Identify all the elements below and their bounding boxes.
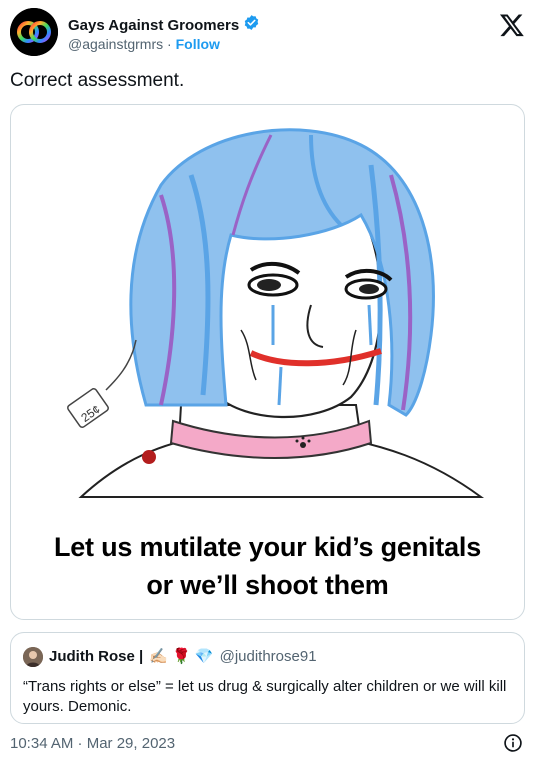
quoted-author-avatar[interactable]	[23, 647, 43, 667]
quoted-author-row: Judith Rose | ✍🏻 🌹 💎 @judithrose91	[49, 647, 317, 666]
author-display-name[interactable]: Gays Against Groomers	[68, 17, 239, 34]
quoted-tweet[interactable]: Judith Rose | ✍🏻 🌹 💎 @judithrose91 “Tran…	[10, 632, 525, 724]
quoted-tweet-text: “Trans rights or else” = let us drug & s…	[23, 678, 507, 715]
tweet-timestamp[interactable]: 10:34 AM · Mar 29, 2023	[10, 735, 175, 752]
verified-badge-icon	[243, 14, 260, 36]
meme-caption-line2: or we’ll shoot them	[146, 570, 389, 600]
follow-button[interactable]: Follow	[176, 36, 220, 52]
meme-drawing: 25¢	[67, 128, 485, 498]
quoted-author-emojis: ✍🏻 🌹 💎	[149, 648, 214, 665]
meme-caption-line1: Let us mutilate your kid’s genitals	[53, 532, 482, 562]
x-logo-icon[interactable]	[499, 12, 525, 38]
author-name-row[interactable]: Gays Against Groomers	[68, 14, 260, 36]
author-handle-row: @againstgrmrs · Follow	[68, 36, 220, 52]
quoted-author-handle[interactable]: @judithrose91	[220, 648, 317, 665]
author-avatar[interactable]	[10, 8, 58, 56]
separator-dot: ·	[163, 36, 176, 52]
tweet-header: Gays Against Groomers @againstgrmrs · Fo…	[10, 8, 531, 58]
quoted-author-name[interactable]: Judith Rose |	[49, 648, 143, 665]
author-handle[interactable]: @againstgrmrs	[68, 36, 163, 52]
info-icon[interactable]	[503, 733, 523, 753]
tweet-text: Correct assessment.	[10, 70, 185, 91]
media-image[interactable]: 25¢ Let us mutilate your kid’s genitals …	[10, 104, 525, 620]
